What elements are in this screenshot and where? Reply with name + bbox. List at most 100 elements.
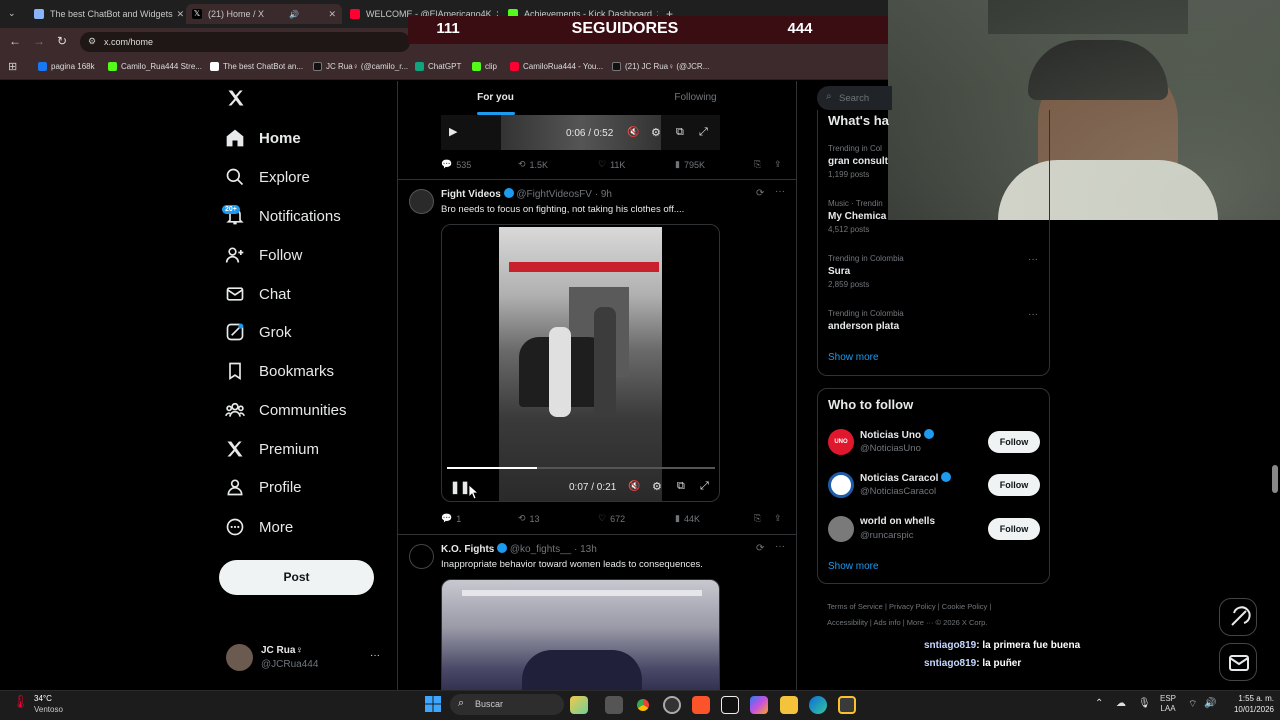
search-input[interactable]: ⌕ Search (817, 86, 892, 110)
tweet[interactable]: Fight Videos @FightVideosFV · 9h ⟳ ··· B… (398, 180, 796, 535)
author-name[interactable]: K.O. Fights (441, 544, 494, 555)
nav-bookmarks[interactable]: Bookmarks (225, 356, 334, 386)
suggestion-row[interactable]: Noticias Caracol @NoticiasCaracol Follow (828, 470, 1040, 500)
video-player[interactable]: ❚❚ 0:07 / 0:21 🔇 ⚙ ⧉ ⤢ (441, 224, 720, 502)
play-icon[interactable]: ▶ (449, 125, 457, 138)
bookmark-5[interactable]: clip (472, 62, 497, 71)
close-tab-icon[interactable]: ✕ (173, 9, 184, 20)
wifi-icon[interactable]: ⌔ (1188, 698, 1197, 711)
follow-button[interactable]: Follow (988, 474, 1040, 496)
grok-floating-button[interactable] (1219, 598, 1257, 636)
trend-item[interactable]: Trending in Col gran consult 1,199 posts (828, 144, 1040, 184)
brave-icon[interactable] (692, 696, 710, 714)
site-info-icon[interactable]: ⚙ (88, 36, 96, 47)
footer-link[interactable]: Ads info (874, 618, 901, 627)
back-icon[interactable]: ← (9, 34, 21, 48)
show-more-link[interactable]: Show more (828, 561, 879, 572)
account-switcher[interactable]: JC Rua♀ @JCRua444 ··· (226, 644, 386, 674)
author-name[interactable]: Fight Videos (441, 189, 501, 200)
reload-icon[interactable]: ↻ (57, 34, 67, 48)
suggestion-row[interactable]: UNO Noticias Uno @NoticiasUno Follow (828, 427, 1040, 457)
trend-item[interactable]: Trending in Colombia anderson plata ··· (828, 309, 1040, 339)
views-action[interactable]: ▮ 795K (675, 159, 705, 170)
chrome-icon[interactable] (634, 696, 652, 714)
more-options-icon[interactable]: ··· (775, 541, 785, 552)
footer-link[interactable]: Terms of Service (827, 602, 883, 611)
nav-home[interactable]: Home (225, 123, 301, 153)
store-icon[interactable] (838, 696, 856, 714)
copilot-icon[interactable] (750, 696, 768, 714)
nav-follow[interactable]: Follow (225, 240, 302, 270)
close-tab-icon[interactable]: ✕ (324, 9, 336, 20)
settings-icon[interactable]: ⚙ (652, 480, 662, 493)
like-action[interactable]: ♡ 672 (598, 513, 625, 524)
capcut-icon[interactable] (721, 696, 739, 714)
repost-action[interactable]: ⟲ 13 (518, 513, 540, 524)
follow-button[interactable]: Follow (988, 518, 1040, 540)
show-more-link[interactable]: Show more (828, 352, 879, 363)
follow-button[interactable]: Follow (988, 431, 1040, 453)
edge-icon[interactable] (809, 696, 827, 714)
footer-link[interactable]: More ··· (907, 618, 934, 627)
trend-item[interactable]: Music · Trendin My Chemica 4,512 posts (828, 199, 1040, 239)
start-button[interactable] (425, 696, 441, 712)
bookmark-action-icon[interactable]: ⎘ (754, 159, 761, 170)
apps-icon[interactable]: ⊞ (8, 60, 17, 73)
post-button[interactable]: Post (219, 560, 374, 595)
task-view-icon[interactable] (605, 696, 623, 714)
volume-icon[interactable]: 🔊 (1204, 698, 1216, 709)
views-action[interactable]: ▮ 44K (675, 513, 700, 524)
browser-tab-0[interactable]: The best ChatBot and Widgets ✕ (28, 4, 184, 24)
x-logo-icon[interactable] (226, 88, 246, 113)
nav-profile[interactable]: Profile (225, 472, 302, 502)
more-options-icon[interactable]: ··· (1028, 254, 1038, 265)
mute-icon[interactable]: 🔇 (628, 481, 640, 492)
like-action[interactable]: ♡ 11K (598, 159, 625, 170)
bookmark-6[interactable]: CamiloRua444 - You... (510, 62, 603, 71)
microphone-icon[interactable]: 🎙 (1138, 698, 1151, 709)
tweet[interactable]: K.O. Fights @ko_fights__ · 13h ⟳ ··· Ina… (398, 535, 796, 690)
bookmark-1[interactable]: Camilo_Rua444 Stre... (108, 62, 202, 71)
tab-for-you[interactable]: For you (398, 81, 593, 115)
clock[interactable]: 1:55 a. m. 10/01/2026 (1222, 693, 1274, 715)
bookmark-3[interactable]: JC Rua♀ (@camilo_r... (313, 62, 408, 71)
tab-following[interactable]: Following (598, 81, 793, 115)
browser-tab-1[interactable]: 𝕏 (21) Home / X 🔊 ✕ (186, 4, 342, 24)
repost-action[interactable]: ⟲ 1.5K (518, 159, 548, 170)
footer-link[interactable]: Privacy Policy (889, 602, 936, 611)
fullscreen-icon[interactable]: ⤢ (699, 126, 708, 139)
bookmark-action-icon[interactable]: ⎘ (754, 513, 761, 524)
more-options-icon[interactable]: ··· (775, 186, 785, 197)
footer-link[interactable]: Cookie Policy (942, 602, 987, 611)
nav-notifications[interactable]: Notifications (225, 201, 341, 231)
obs-icon[interactable] (663, 696, 681, 714)
more-dots-icon[interactable]: ··· (370, 650, 380, 661)
tray-overflow-icon[interactable]: ⌃ (1095, 698, 1103, 709)
pip-icon[interactable]: ⧉ (677, 480, 685, 493)
reply-action[interactable]: 💬 1 (441, 513, 461, 524)
settings-icon[interactable]: ⚙ (651, 126, 661, 139)
share-icon[interactable]: ⇪ (774, 513, 782, 524)
bookmark-4[interactable]: ChatGPT (415, 62, 461, 71)
fullscreen-icon[interactable]: ⤢ (700, 480, 709, 493)
mute-icon[interactable]: 🔇 (627, 127, 639, 138)
suggestion-row[interactable]: world on whells @runcarspic Follow (828, 514, 1040, 544)
video-player[interactable]: ▶ 0:06 / 0:52 🔇 ⚙ ⧉ ⤢ (441, 115, 720, 150)
speaker-icon[interactable]: 🔊 (289, 10, 299, 19)
nav-more[interactable]: More (225, 512, 293, 542)
nav-explore[interactable]: Explore (225, 162, 310, 192)
forward-icon[interactable]: → (33, 34, 45, 48)
bookmark-0[interactable]: pagina 168k (38, 62, 95, 71)
file-explorer-icon[interactable] (780, 696, 798, 714)
weather-widget[interactable]: 🌡 34°C Ventoso (12, 692, 92, 718)
nav-grok[interactable]: Grok (225, 317, 292, 347)
footer-link[interactable]: Accessibility (827, 618, 868, 627)
pause-icon[interactable]: ❚❚ (450, 480, 470, 494)
trend-item[interactable]: Trending in Colombia Sura 2,859 posts ··… (828, 254, 1040, 294)
nav-chat[interactable]: Chat (225, 279, 291, 309)
address-bar[interactable]: ⚙ x.com/home (80, 32, 410, 52)
grok-icon[interactable]: ⟳ (756, 543, 764, 554)
reply-action[interactable]: 💬 535 (441, 159, 471, 170)
grok-icon[interactable]: ⟳ (756, 188, 764, 199)
nav-communities[interactable]: Communities (225, 395, 347, 425)
